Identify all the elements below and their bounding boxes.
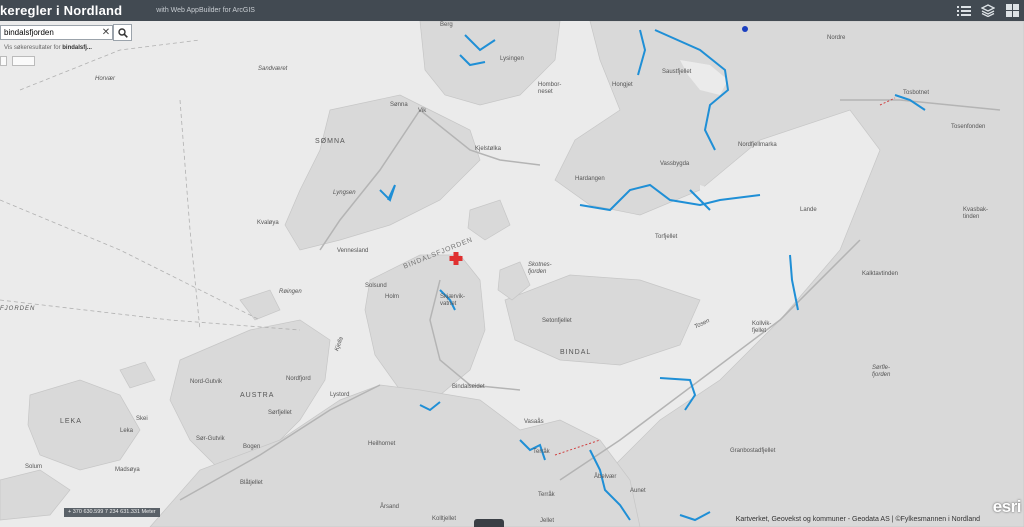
label-lande: Lande [800, 207, 817, 213]
label-madsaya: Madsøya [115, 467, 140, 473]
label-ringen: Røingen [279, 289, 302, 295]
search-input[interactable]: bindalsfjorden [0, 25, 113, 40]
search-hint-term: bindalsfj... [62, 45, 92, 51]
label-lysingen: Lysingen [500, 56, 524, 62]
label-sonna: Sønna [390, 102, 408, 108]
label-somna: SØMNA [315, 138, 346, 145]
search-icon [117, 27, 128, 38]
label-horvaer: Horvær [95, 76, 116, 82]
label-austra: AUSTRA [240, 392, 274, 399]
label-saustfjellet: Saustfjellet [662, 69, 692, 75]
label-sorgutvik: Sør-Gutvik [196, 436, 226, 442]
label-leka: LEKA [60, 418, 82, 425]
label-solum: Solum [25, 464, 42, 470]
label-abelvaer: Åbelvær [594, 473, 616, 480]
label-setonfjellet: Setonfjellet [542, 318, 572, 324]
app-header: keregler i Nordland with Web AppBuilder … [0, 0, 1024, 21]
label-nordfjord: Nordfjord [286, 376, 311, 382]
label-bindal: BINDAL [560, 349, 591, 356]
label-nordgutvik: Nord-Gutvik [190, 379, 223, 385]
esri-logo: esri [992, 497, 1022, 516]
label-holm: Holm [385, 294, 399, 300]
map-attribution: Kartverket, Geovekst og kommuner - Geoda… [735, 516, 980, 523]
label-lyngsen: Lyngsen [333, 190, 356, 196]
label-leka2: Leka [120, 428, 134, 434]
label-sandvaeret: Sandværet [258, 66, 288, 72]
label-berg: Berg [440, 22, 453, 28]
water-point-marker [742, 26, 748, 32]
label-lystord: Lystord [330, 392, 349, 398]
label-kjelstolka: Kjelstølka [475, 146, 502, 152]
label-fjorden: FJORDEN [0, 306, 35, 312]
label-vennesland: Vennesland [337, 248, 368, 254]
label-terrak2: Terråk [538, 491, 556, 498]
label-aunet: Aunet [630, 488, 646, 494]
attribute-table-toggle[interactable] [474, 519, 504, 527]
label-granbostadfjellet: Granbostadfjellet [730, 448, 776, 454]
label-sorfjellet: Sørfjellet [268, 410, 292, 416]
label-kalktavinden: Kalktavtinden [862, 271, 898, 277]
header-toolbar [952, 0, 1024, 21]
label-terraak: Terråk [533, 448, 551, 455]
label-horvgjet: Hongjet [612, 82, 633, 88]
map-canvas[interactable]: Berg Lysingen Horvær Sandværet Sønna Vik… [0, 21, 1024, 527]
coordinate-readout: + 370 630.599 7 234 631.331 Meter [64, 508, 160, 517]
label-bogen: Bogen [243, 444, 260, 450]
label-vassbygda: Vassbygda [660, 161, 690, 167]
app-subtitle: with Web AppBuilder for ArcGIS [156, 7, 255, 14]
basemap-gallery-icon[interactable] [1000, 0, 1024, 21]
label-heilhornet: Heilhornet [368, 441, 396, 447]
label-sorle: Sørfle-fjorden [872, 365, 891, 378]
label-blatjellet: Blåtjellet [240, 479, 263, 486]
legend-list-icon[interactable] [952, 0, 976, 21]
label-arsand: Årsand [380, 503, 399, 510]
app-title: keregler i Nordland [0, 3, 123, 18]
home-button[interactable] [12, 56, 35, 66]
label-hardangen: Hardangen [575, 176, 605, 182]
label-ellet: Jellet [540, 518, 554, 524]
label-torfjellet: Torfjellet [655, 234, 678, 240]
search-hint-prefix: Vis søkeresultater for [4, 45, 63, 51]
search-clear-icon[interactable]: ✕ [100, 26, 112, 40]
search-results-hint[interactable]: Vis søkeresultater for bindalsfj... [4, 45, 92, 51]
label-bindalseidet: Bindalseidet [452, 384, 485, 390]
label-kvaloya: Kvaløya [257, 220, 279, 226]
zoom-out-button[interactable] [0, 56, 7, 66]
label-solsund: Solsund [365, 283, 387, 289]
label-tosbotnet: Tosbotnet [903, 90, 929, 96]
label-nordfjellmarka: Nordfjellmarka [738, 142, 777, 148]
label-tosenfonden: Tosenfonden [951, 124, 985, 130]
label-nordre: Nordre [827, 35, 846, 41]
label-vasaas: Vasaås [524, 418, 544, 425]
label-skei: Skei [136, 416, 148, 422]
label-vik: Vik [418, 108, 427, 114]
label-kolltjellet: Kolltjellet [432, 516, 456, 522]
layers-icon[interactable] [976, 0, 1000, 21]
search-button[interactable] [113, 24, 132, 41]
